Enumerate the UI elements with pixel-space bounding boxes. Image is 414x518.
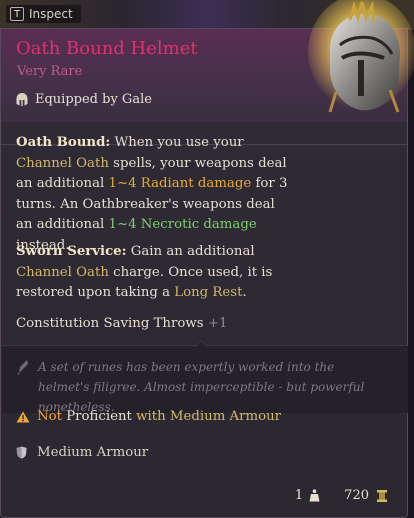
keyword-long-rest[interactable]: Long Rest — [174, 285, 242, 300]
weight-value: 1 — [294, 488, 304, 503]
equipped-by-row: Equipped by Gale — [16, 92, 152, 107]
gold-value: 720 — [344, 488, 369, 503]
inspect-key: T — [10, 7, 24, 21]
necrotic-damage[interactable]: 1~4 Necrotic damage — [109, 217, 257, 232]
keyword-channel-oath[interactable]: Channel Oath — [16, 265, 109, 280]
item-footer: 1 720 — [295, 488, 387, 503]
equipped-by-label: Equipped by Gale — [35, 92, 152, 107]
keyword-channel-oath[interactable]: Channel Oath — [16, 156, 109, 171]
saving-throw-bonus: Constitution Saving Throws +1 — [16, 316, 227, 331]
warning-with-armour: with Medium Armour — [136, 409, 282, 424]
effect-title: Oath Bound: — [16, 135, 111, 150]
warning-proficient[interactable]: Proficient — [66, 409, 132, 424]
saving-throw-label: Constitution Saving Throws — [16, 316, 204, 331]
quill-icon — [17, 360, 28, 375]
effect-oath-bound: Oath Bound: When you use your Channel Oa… — [16, 133, 291, 256]
value-icon — [377, 489, 387, 502]
helmet-icon — [16, 93, 28, 106]
warning-icon — [16, 411, 30, 422]
warning-not: Not — [37, 409, 62, 424]
shield-icon — [16, 446, 27, 459]
inspect-label: Inspect — [29, 7, 73, 21]
item-rarity: Very Rare — [17, 64, 83, 79]
weight-icon — [309, 489, 320, 502]
effect-text: When you use your — [114, 135, 244, 150]
armour-type-row: Medium Armour — [16, 445, 148, 460]
saving-throw-value: +1 — [207, 316, 228, 331]
effect-title: Sworn Service: — [16, 244, 127, 259]
flavor-text: A set of runes has been expertly worked … — [38, 360, 365, 414]
effect-sworn-service: Sworn Service: Gain an additional Channe… — [16, 242, 291, 304]
armour-type-label: Medium Armour — [37, 445, 149, 460]
item-name: Oath Bound Helmet — [16, 38, 198, 59]
radiant-damage[interactable]: 1~4 Radiant damage — [109, 176, 252, 191]
proficiency-warning: Not Proficient with Medium Armour — [16, 409, 281, 424]
helmet-item-icon — [308, 0, 414, 113]
inspect-hint[interactable]: T Inspect — [6, 5, 81, 23]
effect-text: Gain an additional — [126, 244, 255, 259]
effect-text: . — [242, 285, 247, 300]
